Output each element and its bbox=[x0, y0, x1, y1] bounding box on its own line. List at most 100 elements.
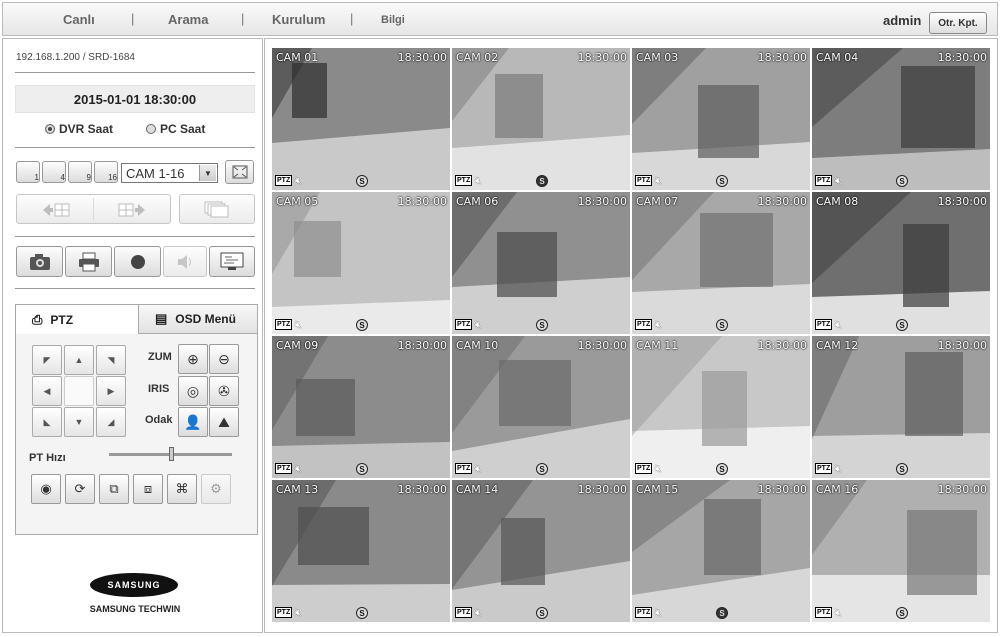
camera-group-select[interactable]: CAM 1-16 ▼ bbox=[121, 163, 218, 183]
pc-time-radio[interactable]: PC Saat bbox=[146, 122, 205, 136]
camera-group-value: CAM 1-16 bbox=[126, 165, 185, 181]
split-16-button[interactable]: 16 bbox=[94, 161, 118, 183]
audio-button[interactable] bbox=[163, 246, 207, 277]
ptz-group-button[interactable]: ⧉ bbox=[99, 474, 129, 504]
nav-live[interactable]: Canlı bbox=[63, 12, 95, 27]
camera-tile[interactable]: CAM 10 18:30:00 PTZ 🔇︎ S bbox=[452, 336, 630, 478]
nav-separator: | bbox=[241, 11, 245, 26]
ptz-badge: PTZ bbox=[635, 175, 653, 186]
camera-timestamp: 18:30:00 bbox=[397, 483, 447, 496]
samsung-logo: SAMSUNG bbox=[90, 573, 178, 597]
pan-left-button[interactable]: ◀ bbox=[32, 376, 62, 406]
nav-separator: | bbox=[131, 11, 135, 26]
sequence-button[interactable] bbox=[179, 194, 255, 224]
status-icon: S bbox=[896, 463, 908, 475]
iris-open-button[interactable]: ◎ bbox=[178, 376, 208, 406]
camera-timestamp: 18:30:00 bbox=[397, 339, 447, 352]
camera-tile[interactable]: CAM 05 18:30:00 PTZ 🔇︎ S bbox=[272, 192, 450, 334]
status-icon: S bbox=[356, 319, 368, 331]
camera-feed-image bbox=[812, 336, 990, 478]
camera-tile[interactable]: CAM 01 18:30:00 PTZ 🔇︎ S bbox=[272, 48, 450, 190]
ptz-swing-button[interactable]: ⟳ bbox=[65, 474, 95, 504]
ptz-badge: PTZ bbox=[275, 463, 293, 474]
ptz-badge: PTZ bbox=[635, 319, 653, 330]
nav-setup[interactable]: Kurulum bbox=[272, 12, 325, 27]
camera-grid: CAM 01 18:30:00 PTZ 🔇︎ S CAM 02 18:30:00 PTZ 🔇︎ S… bbox=[264, 38, 998, 633]
tab-osd-menu[interactable]: ▤ OSD Menü bbox=[138, 305, 257, 334]
tilt-up-button[interactable]: ▲ bbox=[64, 345, 94, 375]
camera-tile[interactable]: CAM 11 18:30:00 PTZ 🔇︎ S bbox=[632, 336, 810, 478]
camera-tile[interactable]: CAM 12 18:30:00 PTZ 🔇︎ S bbox=[812, 336, 990, 478]
camera-tile[interactable]: CAM 08 18:30:00 PTZ 🔇︎ S bbox=[812, 192, 990, 334]
camera-tile[interactable]: CAM 03 18:30:00 PTZ 🔇︎ S bbox=[632, 48, 810, 190]
focus-near-button[interactable]: 👤 bbox=[178, 407, 208, 437]
divider bbox=[93, 198, 94, 220]
ptz-trace-button[interactable]: ⌘ bbox=[167, 474, 197, 504]
pan-up-right-button[interactable]: ◥ bbox=[96, 345, 126, 375]
tab-ptz[interactable]: ⎙ PTZ bbox=[16, 305, 138, 334]
audio-mute-icon: 🔇︎ bbox=[295, 319, 302, 331]
camera-tile[interactable]: CAM 16 18:30:00 PTZ 🔇︎ S bbox=[812, 480, 990, 622]
camera-tile[interactable]: CAM 13 18:30:00 PTZ 🔇︎ S bbox=[272, 480, 450, 622]
camera-name: CAM 04 bbox=[816, 51, 859, 64]
focus-far-button[interactable]: ⛰ bbox=[209, 407, 239, 437]
monitor-button[interactable] bbox=[209, 246, 255, 277]
zoom-out-button[interactable]: ⊖ bbox=[209, 344, 239, 374]
split-9-button[interactable]: 9 bbox=[68, 161, 92, 183]
split-1-button[interactable]: 1 bbox=[16, 161, 40, 183]
next-channel-icon[interactable] bbox=[117, 202, 147, 218]
camera-tile[interactable]: CAM 07 18:30:00 PTZ 🔇︎ S bbox=[632, 192, 810, 334]
ptz-badge: PTZ bbox=[455, 607, 473, 618]
split-4-button[interactable]: 4 bbox=[42, 161, 66, 183]
previous-channel-icon[interactable] bbox=[41, 202, 71, 218]
camera-tile[interactable]: CAM 15 18:30:00 PTZ 🔇︎ S bbox=[632, 480, 810, 622]
mountain-icon: ⛰ bbox=[218, 413, 230, 430]
camera-tile[interactable]: CAM 06 18:30:00 PTZ 🔇︎ S bbox=[452, 192, 630, 334]
record-button[interactable] bbox=[114, 246, 161, 277]
camera-tile[interactable]: CAM 02 18:30:00 PTZ 🔇︎ S bbox=[452, 48, 630, 190]
nav-info[interactable]: Bilgi bbox=[381, 14, 405, 26]
camera-feed-image bbox=[632, 192, 810, 334]
ptz-autopan-icon: ⚙ bbox=[210, 481, 222, 496]
pan-down-right-button[interactable]: ◢ bbox=[96, 407, 126, 437]
status-icon: S bbox=[716, 607, 728, 619]
ptz-tour-button[interactable]: ⧈ bbox=[133, 474, 163, 504]
camera-tile[interactable]: CAM 04 18:30:00 PTZ 🔇︎ S bbox=[812, 48, 990, 190]
ptz-badge: PTZ bbox=[815, 175, 833, 186]
status-icon: S bbox=[536, 463, 548, 475]
pan-up-left-button[interactable]: ◤ bbox=[32, 345, 62, 375]
nav-search[interactable]: Arama bbox=[168, 12, 208, 27]
iris-close-button[interactable]: ✇ bbox=[209, 376, 239, 406]
pan-down-left-button[interactable]: ◣ bbox=[32, 407, 62, 437]
camera-tile[interactable]: CAM 14 18:30:00 PTZ 🔇︎ S bbox=[452, 480, 630, 622]
dvr-time-radio[interactable]: DVR Saat bbox=[45, 122, 113, 136]
fullscreen-button[interactable] bbox=[225, 160, 254, 184]
zoom-in-button[interactable]: ⊕ bbox=[178, 344, 208, 374]
camera-feed-image bbox=[272, 336, 450, 478]
ptz-preset-button[interactable]: ◉ bbox=[31, 474, 61, 504]
capture-button[interactable] bbox=[16, 246, 63, 277]
iris-label: IRIS bbox=[148, 383, 170, 395]
pc-time-label: PC Saat bbox=[160, 122, 206, 136]
audio-mute-icon: 🔇︎ bbox=[295, 463, 302, 475]
ptz-badge: PTZ bbox=[275, 607, 293, 618]
brand-name: SAMSUNG TECHWIN bbox=[89, 604, 181, 614]
camera-feed-image bbox=[272, 480, 450, 622]
camera-icon bbox=[29, 253, 50, 270]
ptz-trace-icon: ⌘ bbox=[175, 481, 189, 496]
ptz-camera-icon: ⎙ bbox=[32, 311, 43, 327]
camera-tile[interactable]: CAM 09 18:30:00 PTZ 🔇︎ S bbox=[272, 336, 450, 478]
pan-right-button[interactable]: ▶ bbox=[96, 376, 126, 406]
camera-timestamp: 18:30:00 bbox=[757, 51, 807, 64]
audio-mute-icon: 🔇︎ bbox=[475, 463, 482, 475]
print-button[interactable] bbox=[65, 246, 112, 277]
control-sidebar: 192.168.1.200 / SRD-1684 2015-01-01 18:3… bbox=[2, 38, 263, 633]
status-icon: S bbox=[896, 175, 908, 187]
logout-button[interactable]: Otr. Kpt. bbox=[929, 12, 987, 34]
pt-speed-slider-thumb[interactable] bbox=[168, 447, 174, 461]
ptz-autopan-button[interactable]: ⚙ bbox=[201, 474, 231, 504]
camera-timestamp: 18:30:00 bbox=[937, 195, 987, 208]
tilt-down-button[interactable]: ▼ bbox=[64, 407, 94, 437]
ptz-group-icon: ⧉ bbox=[109, 481, 119, 496]
pt-speed-label: PT Hızı bbox=[29, 452, 66, 464]
